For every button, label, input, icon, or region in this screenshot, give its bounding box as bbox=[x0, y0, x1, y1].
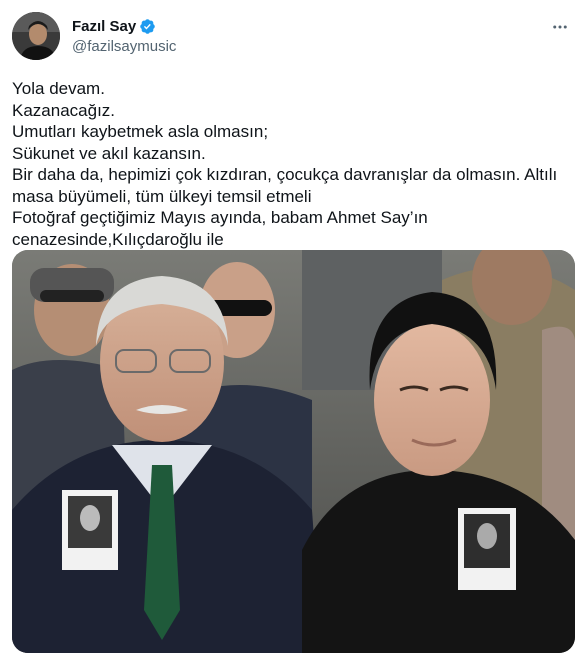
tweet-line: Yola devam. bbox=[12, 79, 105, 98]
tweet-card: Fazıl Say @fazilsaymusic Yola devam. Kaz… bbox=[0, 0, 587, 655]
avatar-photo bbox=[12, 12, 60, 60]
tweet-line: Fotoğraf geçtiğimiz Mayıs ayında, babam … bbox=[12, 208, 433, 249]
tweet-line: Kazanacağız. bbox=[12, 100, 116, 120]
tweet-line: Sükunet ve akıl kazansın. bbox=[12, 143, 206, 163]
tweet-line: Bir daha da, hepimizi çok kızdıran, çocu… bbox=[12, 165, 562, 206]
author-avatar[interactable] bbox=[12, 12, 60, 60]
tweet-header: Fazıl Say @fazilsaymusic bbox=[12, 12, 575, 60]
more-horizontal-icon bbox=[553, 25, 567, 29]
author-handle[interactable]: @fazilsaymusic bbox=[72, 38, 176, 55]
author-display-name[interactable]: Fazıl Say bbox=[72, 18, 136, 35]
tweet-line: Umutları kaybetmek asla olmasın; bbox=[12, 122, 269, 141]
tweet-text: Yola devam. Kazanacağız. Umutları kaybet… bbox=[12, 78, 575, 250]
photo-image bbox=[12, 250, 575, 653]
more-options-button[interactable] bbox=[545, 12, 575, 42]
verified-badge-icon bbox=[139, 18, 156, 35]
tweet-photo[interactable] bbox=[12, 250, 575, 653]
